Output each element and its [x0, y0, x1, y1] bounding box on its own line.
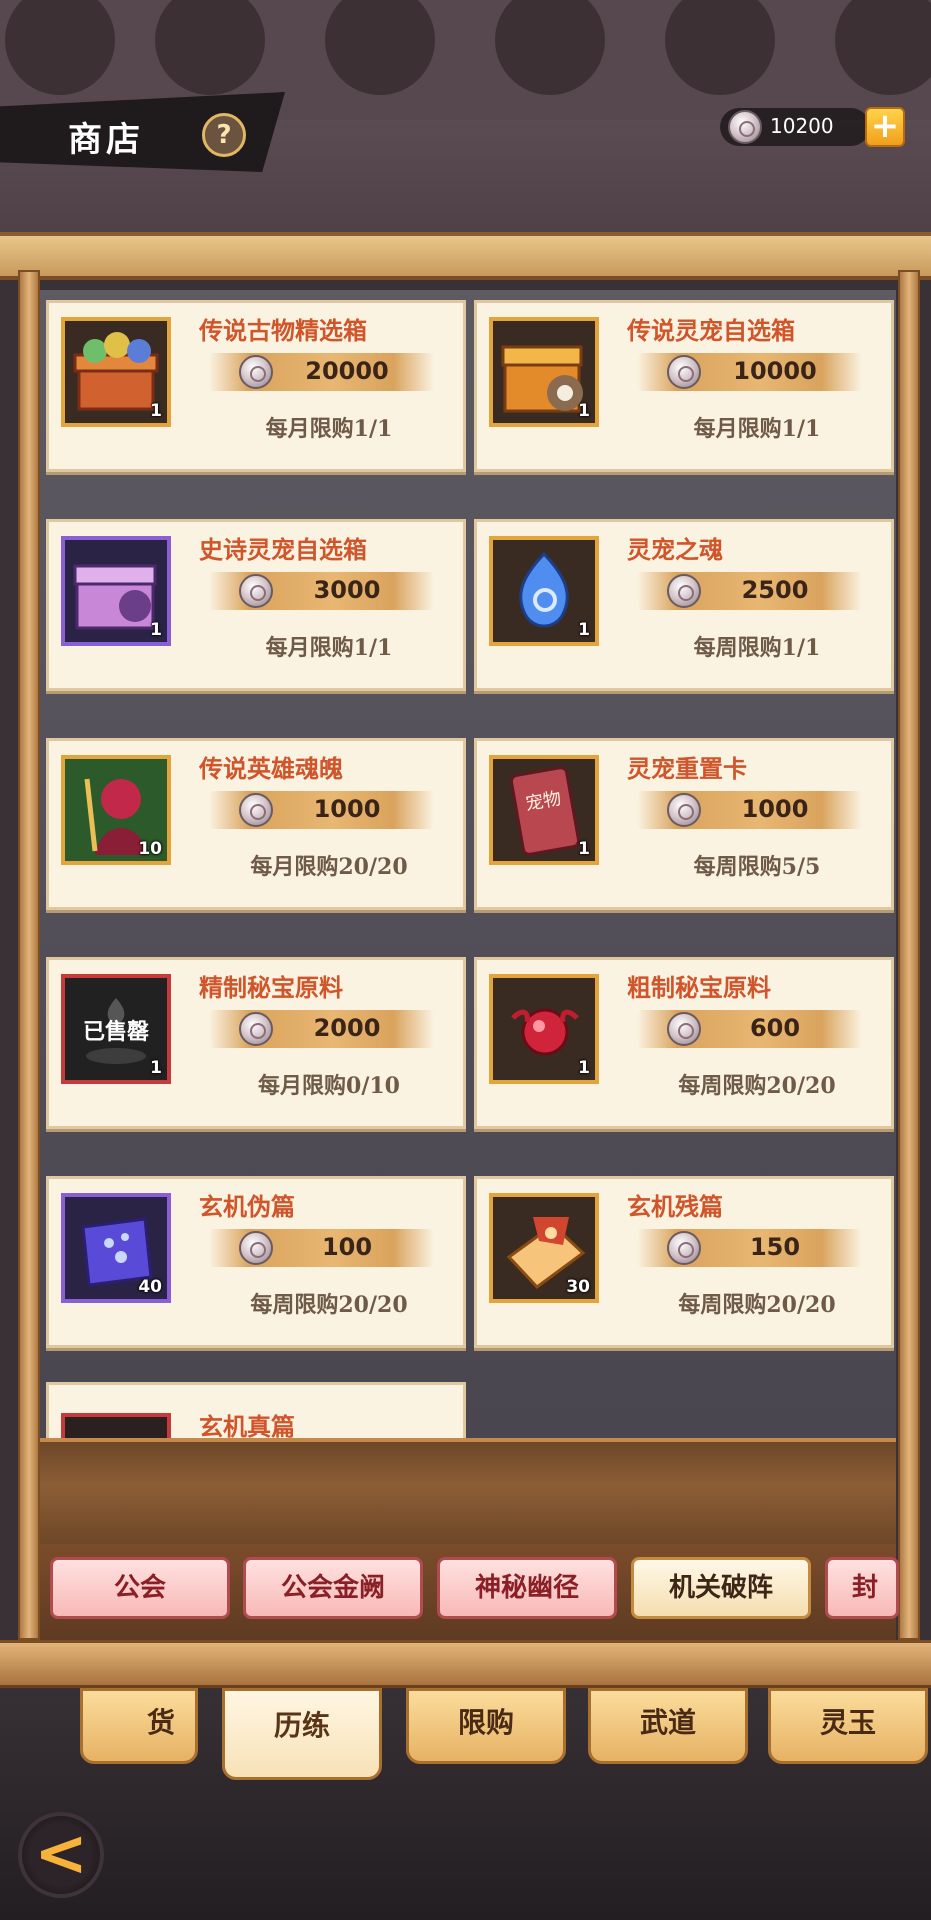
- shop-card[interactable]: 1 传说古物精选箱 20000 每月限购1/1: [46, 300, 466, 472]
- item-price: 600: [749, 1014, 801, 1042]
- hero-soul-icon: 10: [61, 755, 171, 865]
- subtab-guild[interactable]: 公会: [50, 1557, 230, 1619]
- item-quantity: 1: [578, 401, 590, 421]
- frame-left-post: [18, 270, 40, 1640]
- item-name: 传说古物精选箱: [199, 316, 367, 345]
- item-price: 1000: [313, 795, 381, 823]
- price-coin-icon: [667, 1231, 701, 1265]
- item-quantity: 1: [578, 1058, 590, 1078]
- purchase-limit: 每周限购20/20: [678, 1292, 836, 1318]
- maintab-limited[interactable]: 限购: [406, 1688, 566, 1764]
- purchase-limit: 每月限购20/20: [250, 854, 408, 880]
- subtab-guild-golden[interactable]: 公会金阙: [243, 1557, 423, 1619]
- price-coin-icon: [667, 793, 701, 827]
- subtab-seal[interactable]: 封印: [825, 1557, 899, 1619]
- sold-out-label: 已售罄: [82, 1019, 149, 1045]
- back-button[interactable]: <: [18, 1812, 104, 1898]
- maintab-training[interactable]: 历练: [222, 1688, 382, 1780]
- maintab-goods[interactable]: 货: [80, 1688, 198, 1764]
- price-coin-icon: [239, 793, 273, 827]
- purple-chest-icon: 1: [61, 536, 171, 646]
- red-orb-icon: 1: [489, 974, 599, 1084]
- item-name: 粗制秘宝原料: [627, 973, 771, 1002]
- item-price: 10000: [733, 357, 817, 385]
- purchase-limit: 每周限购1/1: [693, 635, 821, 661]
- currency-coin-icon: [728, 110, 762, 144]
- item-name: 灵宠之魂: [627, 535, 723, 564]
- item-name: 精制秘宝原料: [199, 973, 343, 1002]
- item-quantity: 40: [138, 1277, 162, 1297]
- price-coin-icon: [239, 574, 273, 608]
- maintab-martial[interactable]: 武道: [588, 1688, 748, 1764]
- shop-card-partial[interactable]: 玄机真篇: [40, 1380, 470, 1438]
- price-coin-icon: [667, 355, 701, 389]
- item-quantity: 1: [150, 1058, 162, 1078]
- shop-card[interactable]: 1 灵宠之魂 2500 每周限购1/1: [474, 519, 894, 691]
- item-name: 玄机残篇: [627, 1192, 723, 1221]
- shop-card[interactable]: 40 玄机伪篇 100 每周限购20/20: [46, 1176, 466, 1348]
- subtab-mystic-path[interactable]: 神秘幽径: [437, 1557, 617, 1619]
- item-name: 史诗灵宠自选箱: [199, 535, 367, 564]
- purchase-limit: 每月限购1/1: [265, 416, 393, 442]
- purchase-limit: 每月限购0/10: [258, 1073, 400, 1099]
- purchase-limit: 每周限购20/20: [250, 1292, 408, 1318]
- add-currency-button[interactable]: +: [865, 107, 905, 147]
- item-quantity: 1: [578, 620, 590, 640]
- item-quantity: 1: [578, 839, 590, 859]
- refined-material-icon: 已售罄 1: [61, 974, 171, 1084]
- item-quantity: 1: [150, 401, 162, 421]
- item-price: 3000: [313, 576, 381, 604]
- frame-top-beam: [0, 232, 931, 280]
- frame-right-post: [898, 270, 920, 1640]
- purchase-limit: 每周限购5/5: [693, 854, 821, 880]
- price-coin-icon: [239, 1231, 273, 1265]
- shop-card[interactable]: 1 传说灵宠自选箱 10000 每月限购1/1: [474, 300, 894, 472]
- item-quantity: 10: [138, 839, 162, 859]
- item-name: 传说英雄魂魄: [199, 754, 343, 783]
- treasure-chest-icon: 1: [61, 317, 171, 427]
- blue-soul-gem-icon: 1: [489, 536, 599, 646]
- shop-card[interactable]: 1 粗制秘宝原料 600 每周限购20/20: [474, 957, 894, 1129]
- item-name: 传说灵宠自选箱: [627, 316, 795, 345]
- price-coin-icon: [239, 1012, 273, 1046]
- item-price: 20000: [305, 357, 389, 385]
- item-price: 2000: [313, 1014, 381, 1042]
- item-quantity: 1: [150, 620, 162, 640]
- price-coin-icon: [667, 574, 701, 608]
- item-name: 灵宠重置卡: [627, 754, 747, 783]
- shop-card[interactable]: 1 史诗灵宠自选箱 3000 每月限购1/1: [46, 519, 466, 691]
- help-button[interactable]: ?: [202, 113, 246, 157]
- red-scroll-icon: [61, 1413, 171, 1438]
- price-coin-icon: [239, 355, 273, 389]
- shelf: [40, 1438, 896, 1550]
- shop-card[interactable]: 已售罄 1 精制秘宝原料 2000 每月限购0/10: [46, 957, 466, 1129]
- page-title: 商店: [68, 120, 144, 160]
- shop-card[interactable]: 30 玄机残篇 150 每周限购20/20: [474, 1176, 894, 1348]
- item-price: 2500: [741, 576, 809, 604]
- shop-card[interactable]: 10 传说英雄魂魄 1000 每月限购20/20: [46, 738, 466, 910]
- purple-scroll-icon: 40: [61, 1193, 171, 1303]
- pet-chest-icon: 1: [489, 317, 599, 427]
- reset-card-icon: 宠物 1: [489, 755, 599, 865]
- item-price: 150: [749, 1233, 801, 1261]
- item-quantity: 30: [566, 1277, 590, 1297]
- price-coin-icon: [667, 1012, 701, 1046]
- item-price: 1000: [741, 795, 809, 823]
- item-price: 100: [321, 1233, 373, 1261]
- frame-bottom-beam: [0, 1640, 931, 1688]
- orange-scroll-icon: 30: [489, 1193, 599, 1303]
- shop-card[interactable]: 宠物 1 灵宠重置卡 1000 每周限购5/5: [474, 738, 894, 910]
- purchase-limit: 每月限购1/1: [693, 416, 821, 442]
- currency-value: 10200: [770, 114, 834, 138]
- maintab-spirit-jade[interactable]: 灵玉: [768, 1688, 928, 1764]
- item-name: 玄机伪篇: [199, 1192, 295, 1221]
- purchase-limit: 每月限购1/1: [265, 635, 393, 661]
- purchase-limit: 每周限购20/20: [678, 1073, 836, 1099]
- item-name: 玄机真篇: [199, 1412, 295, 1438]
- subtab-mechanism[interactable]: 机关破阵: [631, 1557, 811, 1619]
